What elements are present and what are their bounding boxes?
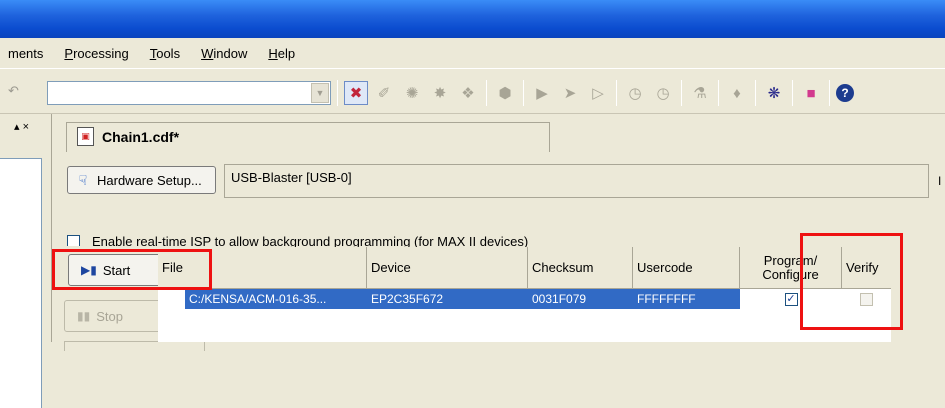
mode-label-fragment: I bbox=[938, 174, 942, 188]
col-device[interactable]: Device bbox=[367, 247, 528, 289]
hardware-setup-button[interactable]: ☟ Hardware Setup... bbox=[67, 166, 216, 194]
col-checksum[interactable]: Checksum bbox=[528, 247, 633, 289]
clock-icon[interactable]: ◷ bbox=[651, 81, 675, 105]
grid-header: File Device Checksum Usercode Program/ C… bbox=[158, 247, 891, 289]
menu-window[interactable]: Window bbox=[201, 46, 247, 61]
device-grid: File Device Checksum Usercode Program/ C… bbox=[158, 247, 891, 342]
sopc-icon[interactable]: ■ bbox=[799, 81, 823, 105]
fitter-icon[interactable]: ✺ bbox=[400, 81, 424, 105]
toolbar-separator bbox=[523, 80, 524, 106]
menu-assignments[interactable]: ments bbox=[8, 46, 43, 61]
start-highlight-box bbox=[52, 249, 212, 290]
stop-label: Stop bbox=[96, 308, 123, 324]
project-combo[interactable]: ▼ bbox=[47, 81, 331, 105]
toolbar: ↶ ▼ ✖ ✐ ✺ ✸ ❖ ⬢ ▶ ➤ ▷ ◷ ◷ ⚗ ♦ ❋ ■ ? bbox=[0, 68, 945, 114]
timing-icon[interactable]: ❖ bbox=[456, 81, 480, 105]
stop-icon: ▮▮ bbox=[77, 309, 91, 323]
help-icon[interactable]: ? bbox=[836, 84, 854, 102]
play-icon[interactable]: ▶ bbox=[530, 81, 554, 105]
col-usercode[interactable]: Usercode bbox=[633, 247, 740, 289]
table-row[interactable]: C:/KENSA/ACM-016-35... EP2C35F672 0031F0… bbox=[158, 289, 891, 309]
timer-icon[interactable]: ◷ bbox=[623, 81, 647, 105]
start-compilation-icon[interactable]: ✖ bbox=[344, 81, 368, 105]
hardware-field: USB-Blaster [USB-0] bbox=[224, 164, 929, 198]
chip-icon[interactable]: ♦ bbox=[725, 81, 749, 105]
title-bar bbox=[0, 0, 945, 38]
step-icon[interactable]: ➤ bbox=[558, 81, 582, 105]
cdf-file-icon: ▣ bbox=[77, 127, 94, 146]
stop-icon[interactable]: ⬢ bbox=[493, 81, 517, 105]
cell-file[interactable]: C:/KENSA/ACM-016-35... bbox=[185, 289, 367, 309]
toolbar-separator bbox=[829, 80, 830, 106]
panel-header: ▴ × bbox=[0, 120, 50, 148]
toolbar-separator bbox=[755, 80, 756, 106]
program-checkbox[interactable]: ✓ bbox=[784, 292, 798, 306]
toolbar-separator bbox=[792, 80, 793, 106]
analysis-icon[interactable]: ✐ bbox=[372, 81, 396, 105]
cell-usercode[interactable]: FFFFFFFF bbox=[633, 289, 740, 309]
navigator-list[interactable] bbox=[0, 158, 42, 408]
menu-processing[interactable]: Processing bbox=[64, 46, 128, 61]
toolbar-separator bbox=[486, 80, 487, 106]
cell-device[interactable]: EP2C35F672 bbox=[367, 289, 528, 309]
hardware-value: USB-Blaster [USB-0] bbox=[231, 170, 352, 185]
toolbar-separator bbox=[337, 80, 338, 106]
menu-tools[interactable]: Tools bbox=[150, 46, 180, 61]
menu-bar: ments Processing Tools Window Help bbox=[0, 38, 945, 68]
tab-chain1[interactable]: ▣ Chain1.cdf* bbox=[66, 122, 550, 152]
hardware-setup-label: Hardware Setup... bbox=[97, 172, 202, 188]
tab-label: Chain1.cdf* bbox=[102, 129, 180, 145]
assembler-icon[interactable]: ✸ bbox=[428, 81, 452, 105]
program-highlight-box bbox=[800, 233, 903, 330]
step-over-icon[interactable]: ▷ bbox=[586, 81, 610, 105]
toolbar-icons: ✖ ✐ ✺ ✸ ❖ ⬢ ▶ ➤ ▷ ◷ ◷ ⚗ ♦ ❋ ■ ? bbox=[335, 80, 858, 106]
programmer-icon[interactable]: ❋ bbox=[762, 81, 786, 105]
chevron-down-icon[interactable]: ▼ bbox=[311, 83, 329, 103]
redo-icon[interactable]: ↶ bbox=[8, 83, 19, 99]
panel-controls[interactable]: ▴ × bbox=[14, 120, 29, 133]
auto-detect-button[interactable] bbox=[64, 341, 205, 351]
toolbar-separator bbox=[681, 80, 682, 106]
menu-help[interactable]: Help bbox=[268, 46, 295, 61]
project-navigator-panel: ▴ × bbox=[0, 114, 52, 408]
hardware-icon: ☟ bbox=[78, 172, 88, 188]
rtl-icon[interactable]: ⚗ bbox=[688, 81, 712, 105]
toolbar-separator bbox=[718, 80, 719, 106]
cell-checksum[interactable]: 0031F079 bbox=[528, 289, 633, 309]
row-spacer bbox=[158, 289, 185, 309]
toolbar-separator bbox=[616, 80, 617, 106]
